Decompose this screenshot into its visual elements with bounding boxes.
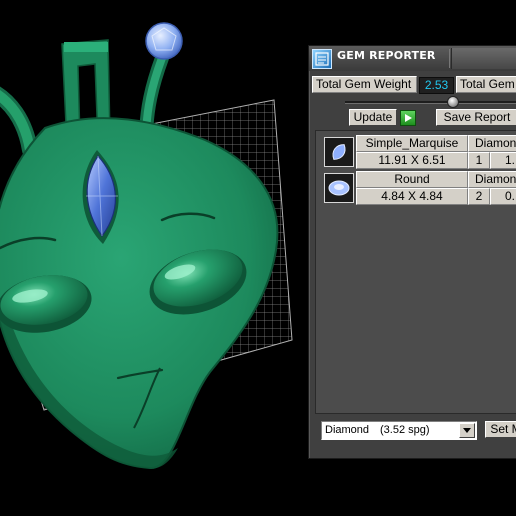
gem-count: 1 [468, 152, 490, 169]
panel-title: GEM REPORTER [337, 49, 436, 62]
total-gem-count-label: Total Gem [456, 76, 516, 93]
gem-material: Diamond [468, 135, 516, 152]
gem-row[interactable]: Round Diamond 4.84 X 4.84 2 0. [320, 171, 516, 205]
title-divider [449, 49, 450, 68]
gem-material: Diamond [468, 171, 516, 188]
gem-reporter-panel: GEM REPORTER Total Gem Weight 2.53 Total… [308, 45, 516, 459]
total-gem-weight-value: 2.53 [419, 77, 454, 94]
material-select[interactable]: Diamond (3.52 spg) [321, 421, 477, 440]
gem-count: 2 [468, 188, 490, 205]
round-gem-icon [324, 173, 354, 203]
total-gem-weight-label: Total Gem Weight [312, 76, 417, 93]
marquise-gem-icon [324, 137, 354, 167]
gem-row[interactable]: Simple_Marquise Diamond 11.91 X 6.51 1 1… [320, 135, 516, 169]
gem-shape: Round [356, 171, 468, 188]
material-name: Diamond [325, 424, 370, 436]
gem-weight: 0. [490, 188, 516, 205]
slider-track[interactable] [345, 101, 516, 104]
set-material-button[interactable]: Set M [485, 421, 516, 438]
save-report-button[interactable]: Save Report [436, 109, 516, 126]
title-tab[interactable] [451, 48, 516, 69]
slider-knob[interactable] [447, 96, 459, 108]
gem-size: 11.91 X 6.51 [356, 152, 468, 169]
gem-size: 4.84 X 4.84 [356, 188, 468, 205]
gem-shape: Simple_Marquise [356, 135, 468, 152]
left-antenna [0, 86, 38, 158]
dropdown-arrow-icon[interactable] [459, 423, 475, 438]
gem-list[interactable]: Simple_Marquise Diamond 11.91 X 6.51 1 1… [315, 130, 516, 414]
round-gem-model [145, 22, 183, 60]
play-icon[interactable] [400, 110, 416, 126]
update-button[interactable]: Update [349, 109, 397, 126]
gem-reporter-icon [312, 49, 332, 69]
material-density: (3.52 spg) [380, 424, 430, 436]
gem-weight: 1. [490, 152, 516, 169]
panel-titlebar[interactable]: GEM REPORTER [309, 46, 516, 71]
